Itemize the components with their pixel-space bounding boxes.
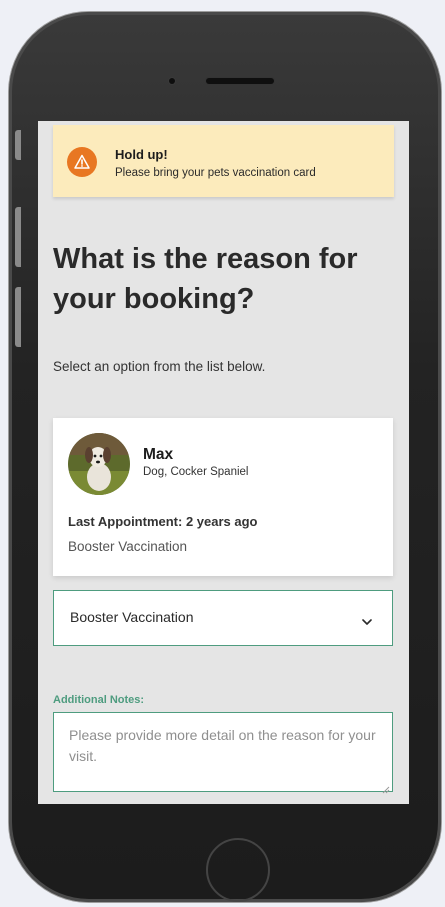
- chevron-down-icon: [362, 613, 372, 631]
- pet-breed: Dog, Cocker Spaniel: [143, 466, 249, 478]
- page-title: What is the reason for your booking?: [53, 243, 358, 315]
- reason-select[interactable]: Booster Vaccination: [53, 590, 393, 646]
- volume-up-button: [15, 207, 21, 267]
- volume-down-button: [15, 287, 21, 347]
- vaccination-alert: Hold up! Please bring your pets vaccinat…: [53, 125, 394, 197]
- notes-textarea[interactable]: [53, 712, 393, 792]
- home-button[interactable]: [206, 838, 270, 902]
- pet-card: Max Dog, Cocker Spaniel Last Appointment…: [53, 418, 393, 576]
- pet-name: Max: [143, 446, 174, 463]
- warning-icon: [67, 147, 97, 177]
- page-subtitle: Select an option from the list below.: [53, 359, 266, 374]
- pet-avatar: [68, 433, 130, 495]
- notes-label: Additional Notes:: [53, 694, 145, 706]
- alert-message: Please bring your pets vaccination card: [115, 167, 316, 179]
- last-appointment: Last Appointment: 2 years ago: [68, 514, 258, 529]
- earpiece-speaker: [206, 78, 274, 84]
- app-screen: Hold up! Please bring your pets vaccinat…: [38, 121, 409, 804]
- last-appointment-type: Booster Vaccination: [68, 539, 188, 554]
- mute-switch: [15, 130, 21, 160]
- resize-grip-icon[interactable]: [382, 781, 390, 799]
- front-camera: [169, 78, 175, 84]
- alert-title: Hold up!: [115, 147, 168, 162]
- reason-select-value: Booster Vaccination: [70, 609, 194, 625]
